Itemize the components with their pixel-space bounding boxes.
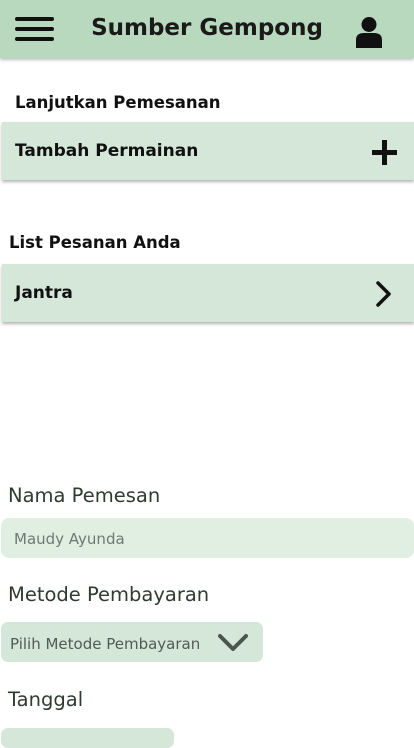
user-icon[interactable] [354, 16, 384, 48]
order-list-heading: List Pesanan Anda [9, 233, 181, 252]
add-game-button[interactable]: Tambah Permainan [2, 122, 414, 180]
plus-icon [372, 140, 397, 165]
order-item-label: Jantra [15, 283, 73, 303]
chevron-right-icon [375, 281, 393, 307]
app-header: Sumber Gempong [0, 0, 414, 58]
order-list-item[interactable]: Jantra [2, 264, 414, 322]
payment-method-value: Pilih Metode Pembayaran [10, 635, 201, 653]
add-game-label: Tambah Permainan [15, 141, 199, 161]
date-label: Tanggal [8, 688, 84, 711]
customer-name-label: Nama Pemesan [8, 484, 161, 507]
customer-name-field[interactable]: Maudy Ayunda [1, 518, 414, 558]
date-field[interactable] [1, 728, 174, 748]
payment-method-label: Metode Pembayaran [8, 583, 210, 606]
customer-name-value: Maudy Ayunda [14, 530, 125, 548]
continue-order-heading: Lanjutkan Pemesanan [15, 93, 221, 112]
app-title: Sumber Gempong [91, 15, 323, 41]
payment-method-select[interactable]: Pilih Metode Pembayaran [1, 622, 263, 662]
chevron-down-icon [217, 632, 249, 654]
